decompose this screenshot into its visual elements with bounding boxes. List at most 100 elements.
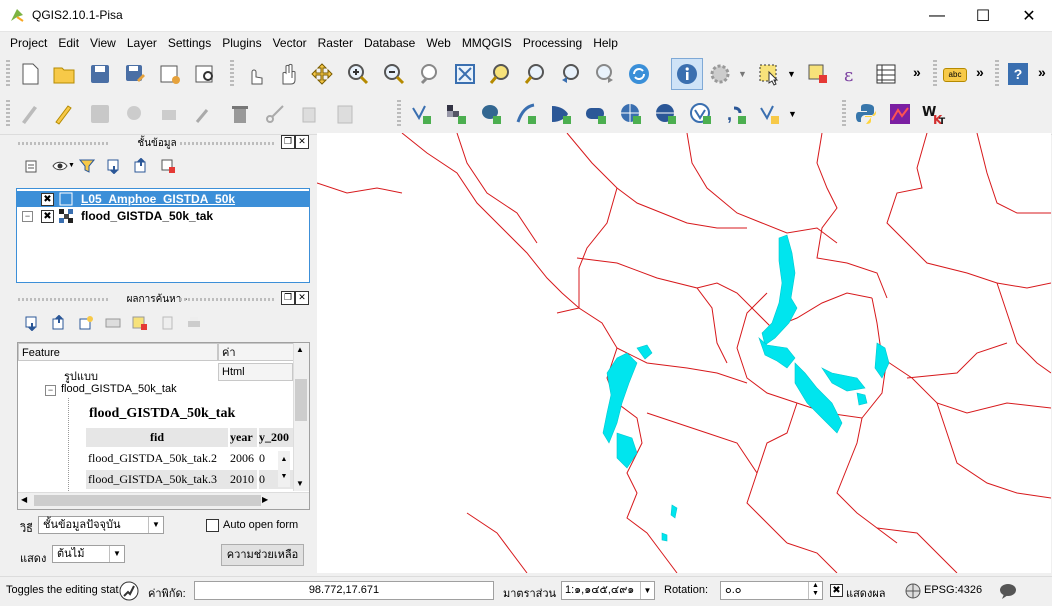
new-layer-dropdown-icon[interactable]: ▼ — [788, 109, 797, 119]
action-gear-icon[interactable] — [708, 62, 732, 86]
expand-icon[interactable]: − — [22, 211, 33, 222]
menu-processing[interactable]: Processing — [518, 32, 588, 54]
coordinate-field[interactable]: 98.772,17.671 — [194, 581, 494, 600]
scroll-up-icon[interactable]: ▲ — [296, 345, 304, 354]
rotation-spinner-icon[interactable]: ▲ ▼ — [808, 582, 822, 599]
result-tree-item[interactable]: flood_GISTDA_50k_tak — [61, 383, 177, 395]
new-project-icon[interactable] — [18, 62, 42, 86]
save-as-icon[interactable] — [123, 62, 147, 86]
zoom-native-icon[interactable] — [417, 62, 441, 86]
crs-globe-icon[interactable] — [905, 583, 921, 599]
save-project-icon[interactable] — [88, 62, 112, 86]
add-wms-layer-icon[interactable] — [619, 102, 643, 126]
cut-features-icon[interactable] — [263, 102, 287, 126]
pan-to-selection-icon[interactable] — [310, 62, 334, 86]
toolbar-more-2[interactable]: » — [976, 64, 984, 80]
toolbar-more-3[interactable]: » — [1038, 64, 1046, 80]
layers-panel-close-icon[interactable]: ✕ — [295, 135, 309, 149]
eye-icon[interactable] — [52, 158, 68, 174]
menu-help[interactable]: Help — [588, 32, 624, 54]
maximize-button[interactable]: ☐ — [960, 0, 1006, 31]
add-feature-icon[interactable] — [123, 102, 147, 126]
save-edits-icon[interactable] — [88, 102, 112, 126]
pan-map-icon[interactable] — [277, 62, 301, 86]
add-spatialite-layer-icon[interactable] — [514, 102, 538, 126]
minimize-button[interactable]: — — [914, 0, 960, 31]
menu-view[interactable]: View — [85, 32, 122, 54]
format-value[interactable]: Html — [218, 363, 293, 381]
print-results-icon[interactable] — [186, 315, 202, 331]
menu-database[interactable]: Database — [359, 32, 421, 54]
layer-visibility-checkbox[interactable]: ✖ — [41, 210, 54, 223]
scroll-thumb[interactable] — [295, 379, 307, 421]
current-edits-icon[interactable] — [18, 102, 42, 126]
node-tool-icon[interactable] — [193, 102, 217, 126]
add-raster-layer-icon[interactable] — [444, 102, 468, 126]
layer-item-flood[interactable]: − ✖ flood_GISTDA_50k_tak — [17, 208, 309, 224]
layer-item-amphoe[interactable]: ✖ L05_Amphoe_GISTDA_50k — [17, 191, 309, 207]
select-dropdown-icon[interactable]: ▼ — [787, 69, 796, 79]
vertical-scrollbar[interactable]: ▲ ▼ — [293, 343, 309, 491]
scale-select[interactable]: 1:๑,๑๔๕,๔๙๑ ▼ — [561, 581, 655, 600]
copy-features-icon[interactable] — [297, 102, 321, 126]
open-form-icon[interactable] — [105, 315, 121, 331]
scroll-down-icon[interactable]: ▼ — [296, 479, 304, 488]
menu-mmqgis[interactable]: MMQGIS — [457, 32, 518, 54]
move-feature-icon[interactable] — [158, 102, 182, 126]
menu-raster[interactable]: Raster — [313, 32, 359, 54]
delete-selected-icon[interactable] — [228, 102, 252, 126]
filter-legend-icon[interactable] — [79, 158, 95, 174]
composer-manager-icon[interactable] — [193, 62, 217, 86]
results-panel-close-icon[interactable]: ✕ — [295, 291, 309, 305]
scroll-left-icon[interactable]: ◀ — [21, 495, 27, 504]
new-shapefile-icon[interactable] — [757, 102, 781, 126]
rotation-field[interactable]: ๐.๐ ▲ ▼ — [720, 581, 823, 600]
select-features-icon[interactable] — [757, 62, 781, 86]
add-postgis-layer-icon[interactable] — [479, 102, 503, 126]
feature-column-header[interactable]: Feature — [18, 343, 218, 361]
field-calculator-icon[interactable]: ε — [840, 62, 864, 86]
open-project-icon[interactable] — [52, 62, 76, 86]
clear-results-icon[interactable] — [132, 315, 148, 331]
view-select[interactable]: ต้นไม้ ▼ — [52, 545, 125, 563]
expand-new-results-icon[interactable] — [78, 315, 94, 331]
add-delimited-text-icon[interactable]: , — [724, 102, 748, 126]
zoom-next-icon[interactable] — [593, 62, 617, 86]
paste-features-icon[interactable] — [333, 102, 357, 126]
add-vector-layer-icon[interactable] — [409, 102, 433, 126]
remove-layer-icon[interactable] — [160, 158, 176, 174]
collapse-all-icon[interactable] — [133, 158, 149, 174]
menu-web[interactable]: Web — [421, 32, 456, 54]
add-mssql-layer-icon[interactable] — [549, 102, 573, 126]
collapse-tree-icon[interactable] — [51, 315, 67, 331]
toolbar-more-1[interactable]: » — [913, 64, 921, 80]
expand-tree-icon[interactable] — [24, 315, 40, 331]
crs-label[interactable]: EPSG:4326 — [924, 584, 982, 596]
scroll-right-icon[interactable]: ▶ — [262, 495, 268, 504]
menu-plugins[interactable]: Plugins — [217, 32, 267, 54]
tree-expand-icon[interactable]: − — [45, 385, 56, 396]
refresh-icon[interactable] — [627, 62, 651, 86]
open-layer-styling-icon[interactable] — [24, 158, 40, 174]
quick-wkt-icon[interactable]: WKT — [922, 102, 946, 126]
map-canvas[interactable] — [317, 133, 1051, 573]
value-column-header[interactable]: ค่า — [218, 343, 294, 361]
expand-all-icon[interactable] — [106, 158, 122, 174]
coordinate-toggle-icon[interactable] — [119, 581, 139, 601]
help-icon[interactable]: ? — [1008, 63, 1028, 85]
add-wfs-layer-icon[interactable] — [689, 102, 713, 126]
render-checkbox[interactable]: ✖ — [830, 584, 843, 597]
auto-open-form-checkbox[interactable] — [206, 519, 219, 532]
results-panel-float-icon[interactable]: ❐ — [281, 291, 295, 305]
menu-edit[interactable]: Edit — [53, 32, 85, 54]
zoom-out-icon[interactable] — [382, 62, 406, 86]
mmqgis-plugin-icon[interactable] — [888, 102, 912, 126]
layers-panel-float-icon[interactable]: ❐ — [281, 135, 295, 149]
inner-scrollbar[interactable]: ▲ ▼ — [278, 451, 290, 487]
hscroll-thumb[interactable] — [34, 495, 261, 506]
identify-button-active[interactable] — [671, 58, 703, 90]
python-console-icon[interactable] — [854, 102, 878, 126]
add-oracle-layer-icon[interactable] — [584, 102, 608, 126]
copy-results-icon[interactable] — [159, 315, 175, 331]
toggle-editing-icon[interactable] — [52, 102, 76, 126]
